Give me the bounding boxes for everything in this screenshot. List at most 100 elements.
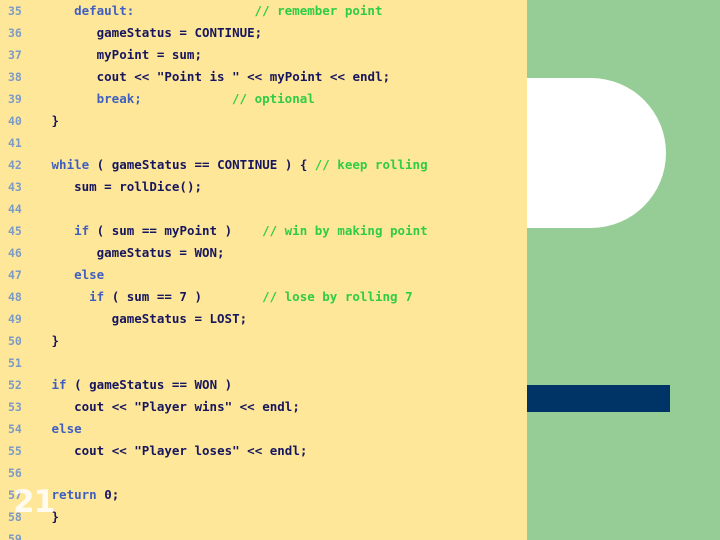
code-line: 45 if ( sum == myPoint ) // win by making … — [0, 220, 527, 242]
code-comment: // keep rolling — [314, 157, 428, 172]
code-text: gameStatus = WON; — [97, 242, 225, 264]
code-line: 37 myPoint = sum; — [0, 44, 527, 66]
code-text: if ( gameStatus == WON ) — [52, 374, 233, 396]
code-line: 49 gameStatus = LOST; — [0, 308, 527, 330]
code-line: 53 cout << "Player wins" << endl; — [0, 396, 527, 418]
code-text: myPoint = sum; — [97, 44, 202, 66]
line-number: 59 — [8, 532, 22, 540]
code-line: 48 if ( sum == 7 ) // lose by rolling 7 — [0, 286, 527, 308]
line-number: 36 — [8, 26, 22, 40]
line-number: 44 — [8, 202, 22, 216]
line-number: 46 — [8, 246, 22, 260]
code-line: 50} — [0, 330, 527, 352]
code-identifier: cout << "Player wins" << endl; — [74, 399, 300, 414]
code-keyword: if — [74, 223, 90, 238]
code-line: 52 if ( gameStatus == WON ) — [0, 374, 527, 396]
code-line: 58} — [0, 506, 527, 528]
code-keyword: return — [51, 487, 97, 502]
code-text: } — [52, 110, 60, 132]
line-number: 43 — [8, 180, 22, 194]
code-text: else — [74, 264, 104, 286]
code-comment: // win by making point — [262, 223, 428, 238]
code-line: 54 else — [0, 418, 527, 440]
code-text: cout << "Player wins" << endl; — [74, 396, 300, 418]
code-identifier: gameStatus = LOST; — [111, 311, 248, 326]
code-identifier: } — [51, 113, 60, 128]
code-text: sum = rollDice(); — [74, 176, 202, 198]
line-number: 48 — [8, 290, 22, 304]
line-number: 40 — [8, 114, 22, 128]
code-line: 47 else — [0, 264, 527, 286]
code-line: 57 return 0; — [0, 484, 527, 506]
line-number: 38 — [8, 70, 22, 84]
code-text: cout << "Player loses" << endl; — [74, 440, 307, 462]
line-number: 56 — [8, 466, 22, 480]
code-comment: // optional — [232, 91, 315, 106]
line-number: 41 — [8, 136, 22, 150]
code-line: 36 gameStatus = CONTINUE; — [0, 22, 527, 44]
code-line: 46 gameStatus = WON; — [0, 242, 527, 264]
code-line: 56 — [0, 462, 527, 484]
presentation-slide: 35 default: // remember point 36 gameStatus … — [0, 0, 720, 540]
code-keyword: break; — [96, 91, 142, 106]
code-keyword: if — [51, 377, 67, 392]
code-identifier: gameStatus = CONTINUE; — [96, 25, 263, 40]
code-comment: // remember point — [254, 3, 383, 18]
code-keyword: if — [89, 289, 105, 304]
code-line: 55 cout << "Player loses" << endl; — [0, 440, 527, 462]
code-text: return 0; — [52, 484, 120, 506]
line-number: 50 — [8, 334, 22, 348]
line-number: 52 — [8, 378, 22, 392]
code-text: gameStatus = CONTINUE; — [97, 22, 263, 44]
code-text: gameStatus = LOST; — [112, 308, 247, 330]
code-identifier: cout << "Player loses" << endl; — [74, 443, 308, 458]
code-text: if ( sum == 7 ) — [89, 286, 202, 308]
code-line: 35 default: // remember point — [0, 0, 527, 22]
code-text: default: — [74, 0, 134, 22]
code-identifier: 0; — [96, 487, 120, 502]
line-number: 53 — [8, 400, 22, 414]
line-number: 42 — [8, 158, 22, 172]
line-number: 37 — [8, 48, 22, 62]
line-number: 47 — [8, 268, 22, 282]
code-text: else — [52, 418, 82, 440]
code-identifier: ( gameStatus == WON ) — [66, 377, 233, 392]
code-line: 59 — [0, 528, 527, 540]
code-line: 42 while ( gameStatus == CONTINUE ) { // k… — [0, 154, 527, 176]
line-number: 49 — [8, 312, 22, 326]
code-identifier: } — [51, 333, 60, 348]
code-text: break; — [97, 88, 142, 110]
code-text: cout << "Point is " << myPoint << endl; — [97, 66, 391, 88]
code-text: } — [52, 330, 60, 352]
code-line: 39 break; // optional — [0, 88, 527, 110]
code-line: 41 — [0, 132, 527, 154]
code-text: while ( gameStatus == CONTINUE ) { — [52, 154, 308, 176]
code-comment: // lose by rolling 7 — [262, 289, 413, 304]
line-number: 55 — [8, 444, 22, 458]
code-keyword: while — [51, 157, 90, 172]
slide-number: 21 — [13, 484, 55, 520]
line-number: 35 — [8, 4, 22, 18]
code-panel: 35 default: // remember point 36 gameStatus … — [0, 0, 527, 540]
line-number: 45 — [8, 224, 22, 238]
code-keyword: else — [51, 421, 82, 436]
code-identifier: cout << "Point is " << myPoint << endl; — [96, 69, 391, 84]
code-line: 40} — [0, 110, 527, 132]
code-identifier: ( sum == 7 ) — [104, 289, 203, 304]
code-line: 38 cout << "Point is " << myPoint << endl… — [0, 66, 527, 88]
line-number: 39 — [8, 92, 22, 106]
code-identifier: ( sum == myPoint ) — [89, 223, 233, 238]
code-line: 44 — [0, 198, 527, 220]
code-identifier: sum = rollDice(); — [74, 179, 203, 194]
code-listing: 35 default: // remember point 36 gameStatus … — [0, 0, 527, 540]
line-number: 51 — [8, 356, 22, 370]
code-keyword: default: — [74, 3, 135, 18]
code-text: if ( sum == myPoint ) — [74, 220, 232, 242]
code-line: 43 sum = rollDice(); — [0, 176, 527, 198]
code-identifier: gameStatus = WON; — [96, 245, 225, 260]
line-number: 54 — [8, 422, 22, 436]
code-identifier: ( gameStatus == CONTINUE ) { — [89, 157, 308, 172]
code-keyword: else — [74, 267, 105, 282]
code-identifier: myPoint = sum; — [96, 47, 202, 62]
code-line: 51 — [0, 352, 527, 374]
